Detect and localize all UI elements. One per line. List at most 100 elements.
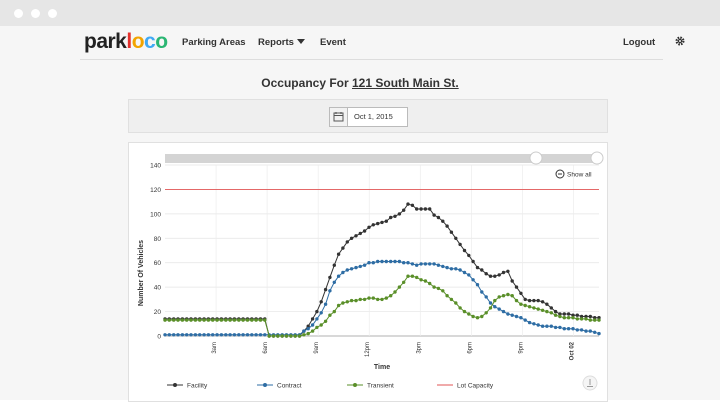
data-point — [506, 269, 510, 273]
data-point — [545, 309, 549, 314]
data-point — [211, 318, 215, 322]
data-point — [510, 279, 514, 283]
logo[interactable]: parkloco — [84, 30, 168, 54]
legend-item[interactable]: Facility — [167, 383, 208, 390]
x-tick-label: 12pm — [365, 342, 371, 357]
data-point — [232, 333, 237, 337]
data-point — [219, 318, 224, 322]
data-point — [202, 318, 206, 322]
data-point — [362, 229, 367, 233]
data-point — [532, 322, 536, 326]
data-point — [167, 318, 171, 322]
data-point — [493, 298, 497, 303]
data-point — [276, 334, 280, 338]
legend-label: Lot Capacity — [457, 383, 494, 390]
data-point — [306, 327, 310, 331]
data-point — [445, 224, 449, 228]
data-point — [423, 207, 428, 211]
date-picker[interactable]: Oct 1, 2015 — [329, 107, 408, 127]
y-tick-label: 140 — [150, 163, 161, 170]
data-point — [419, 262, 423, 266]
data-point — [163, 333, 167, 337]
legend-item[interactable]: Contract — [257, 383, 302, 390]
data-point — [345, 268, 349, 272]
data-point — [384, 219, 388, 223]
data-point — [319, 311, 323, 315]
nav-reports[interactable]: Reports — [258, 37, 305, 48]
data-point — [349, 298, 354, 303]
y-tick-label: 40 — [154, 285, 162, 292]
data-point — [428, 262, 432, 266]
data-point — [493, 274, 497, 278]
data-point — [193, 318, 198, 322]
data-point — [323, 287, 328, 292]
data-point — [545, 324, 549, 328]
y-tick-label: 120 — [150, 187, 161, 194]
y-tick-label: 60 — [154, 260, 162, 267]
window-dot[interactable] — [48, 9, 57, 18]
location-link[interactable]: 121 South Main St. — [352, 76, 459, 90]
navigator-handle-right[interactable] — [590, 151, 604, 165]
data-point — [402, 280, 406, 284]
x-tick-label: 6am — [263, 342, 269, 354]
data-point — [523, 297, 527, 302]
gear-icon[interactable] — [675, 36, 685, 49]
data-point — [328, 275, 332, 280]
data-point — [549, 311, 553, 315]
data-point — [593, 318, 597, 322]
data-point — [176, 333, 180, 337]
data-point — [462, 270, 467, 275]
data-point — [454, 301, 458, 305]
navigator-handle-left[interactable] — [529, 151, 543, 165]
data-point — [527, 298, 532, 303]
data-point — [310, 317, 315, 321]
data-point — [432, 262, 436, 266]
nav-parking-areas[interactable]: Parking Areas — [182, 37, 246, 48]
data-point — [215, 318, 219, 322]
data-point — [436, 263, 441, 267]
data-point — [436, 215, 441, 220]
data-point — [224, 318, 228, 322]
data-point — [575, 328, 579, 332]
legend-item[interactable]: Transient — [347, 383, 394, 390]
date-value[interactable]: Oct 1, 2015 — [354, 112, 393, 121]
data-point — [532, 298, 536, 303]
data-point — [263, 318, 267, 322]
calendar-icon[interactable] — [330, 108, 348, 126]
data-point — [376, 259, 380, 264]
data-point — [597, 318, 601, 322]
data-point — [263, 333, 267, 337]
data-point — [462, 309, 467, 314]
legend-item[interactable]: Lot Capacity — [437, 383, 494, 390]
data-point — [488, 274, 493, 278]
data-point — [397, 285, 402, 289]
data-point — [358, 264, 362, 269]
data-point — [167, 333, 171, 337]
data-point — [540, 308, 545, 312]
data-point — [432, 213, 436, 217]
download-button[interactable] — [582, 375, 598, 391]
data-point — [501, 294, 506, 298]
data-point — [449, 267, 454, 271]
occupancy-chart: 0 20 40 60 80 100 120 140 3am 6am 9am 12pm 3pm 6pm 9p… — [128, 142, 608, 402]
window-dot[interactable] — [14, 9, 23, 18]
data-point — [384, 296, 388, 300]
data-point — [349, 267, 354, 271]
zoom-out-control[interactable]: Show all — [555, 169, 592, 179]
x-tick-label: 3am — [212, 342, 218, 354]
window-dot[interactable] — [31, 9, 40, 18]
data-point — [328, 289, 332, 293]
nav-event[interactable]: Event — [320, 37, 346, 48]
data-point — [575, 317, 579, 321]
data-point — [419, 278, 423, 282]
data-point — [345, 240, 349, 244]
data-point — [245, 333, 250, 337]
nav-logout[interactable]: Logout — [623, 37, 655, 48]
data-point — [510, 313, 514, 317]
data-point — [393, 214, 397, 218]
data-point — [506, 292, 510, 297]
show-all-link[interactable]: Show all — [567, 172, 592, 179]
data-point — [328, 313, 332, 317]
data-point — [258, 333, 263, 337]
data-point — [371, 296, 375, 300]
